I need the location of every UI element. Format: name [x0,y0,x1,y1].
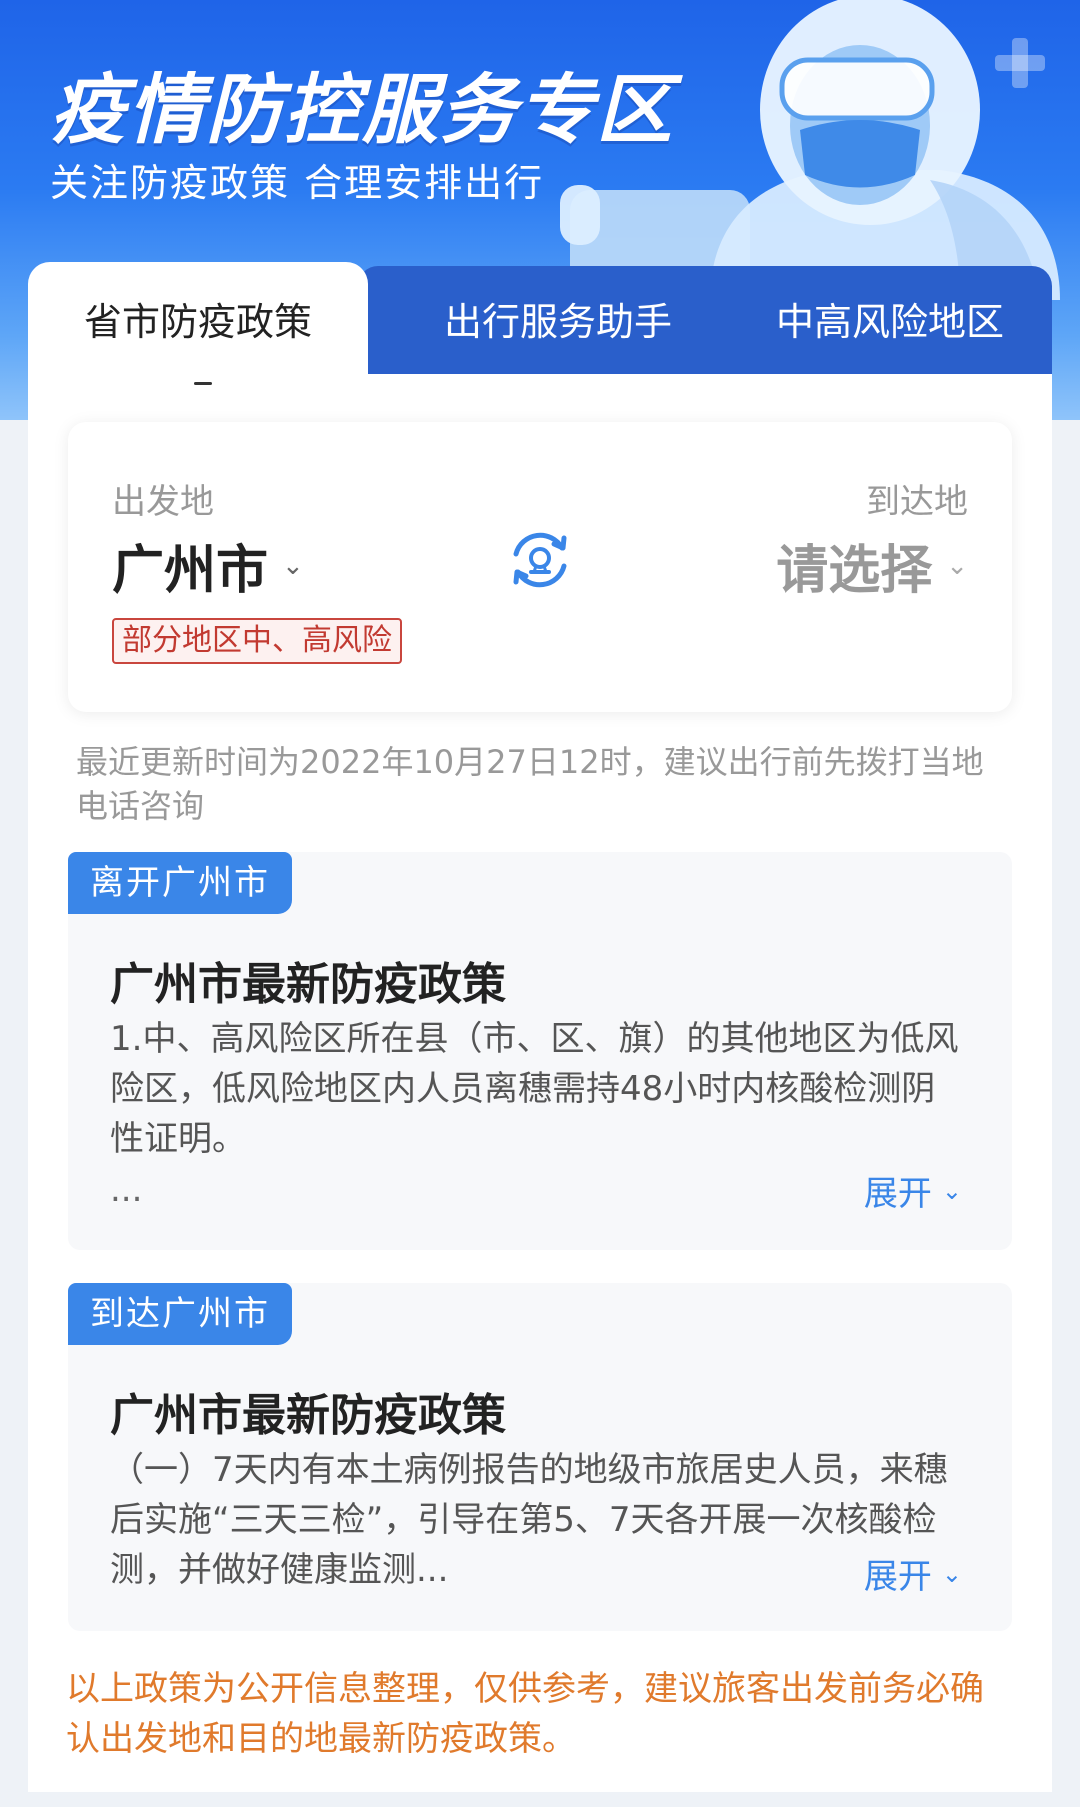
expand-label: 展开 [863,1174,932,1214]
policy-card-leaving: 离开广州市 广州市最新防疫政策 1.中、高风险区所在县（市、区、旗）的其他地区为… [68,852,1012,1250]
risk-level-badge: 部分地区中、高风险 [112,618,402,664]
chevron-down-icon: ⌄ [941,1176,962,1205]
policy-title: 广州市最新防疫政策 [110,959,506,1010]
policy-ellipsis: ... [110,1170,143,1210]
update-time-note: 最近更新时间为2022年10月27日12时，建议出行前先拨打当地电话咨询 [76,743,984,825]
policy-tag-arriving: 到达广州市 [68,1283,292,1345]
tab-bar: 省市防疫政策 出行服务助手 中高风险地区 [28,262,1052,374]
medical-worker-illustration [560,0,1060,300]
policy-card-arriving: 到达广州市 广州市最新防疫政策 （一）7天内有本土病例报告的地级市旅居史人员，来… [68,1283,1012,1631]
departure-city-value: 广州市 [112,541,269,601]
tab-risk-areas[interactable]: 中高风险地区 [728,262,1052,374]
tab-travel-assistant[interactable]: 出行服务助手 [388,262,728,374]
expand-button[interactable]: 展开 ⌄ [864,1549,962,1598]
swap-icon[interactable] [504,524,576,596]
policy-title: 广州市最新防疫政策 [110,1390,506,1441]
departure-label: 出发地 [112,482,214,522]
route-selector-card: 出发地 广州市 ⌄ 部分地区中、高风险 到达地 请选择 ⌄ [68,422,1012,712]
expand-label: 展开 [863,1557,932,1597]
chevron-down-icon: ⌄ [946,550,968,581]
banner-subtitle: 关注防疫政策 合理安排出行 [50,161,545,205]
tab-province-city-policy[interactable]: 省市防疫政策 [28,262,368,374]
expand-button[interactable]: 展开 ⌄ [864,1166,962,1215]
arrival-city-selector[interactable]: 请选择 ⌄ [776,528,968,603]
chevron-down-icon: ⌄ [941,1559,962,1588]
active-tab-indicator [194,382,212,385]
policy-body: （一）7天内有本土病例报告的地级市旅居史人员，来穗后实施“三天三检”，引导在第5… [110,1450,948,1590]
disclaimer-text: 以上政策为公开信息整理，仅供参考，建议旅客出发前务必确认出发地和目的地最新防疫政… [66,1669,984,1759]
policy-tag-leaving: 离开广州市 [68,852,292,914]
policy-body: 1.中、高风险区所在县（市、区、旗）的其他地区为低风险区，低风险地区内人员离穗需… [110,1019,959,1159]
arrival-label: 到达地 [866,482,968,522]
departure-city-selector[interactable]: 广州市 ⌄ [112,528,304,603]
arrival-city-value: 请选择 [776,541,933,601]
chevron-down-icon: ⌄ [282,550,304,581]
